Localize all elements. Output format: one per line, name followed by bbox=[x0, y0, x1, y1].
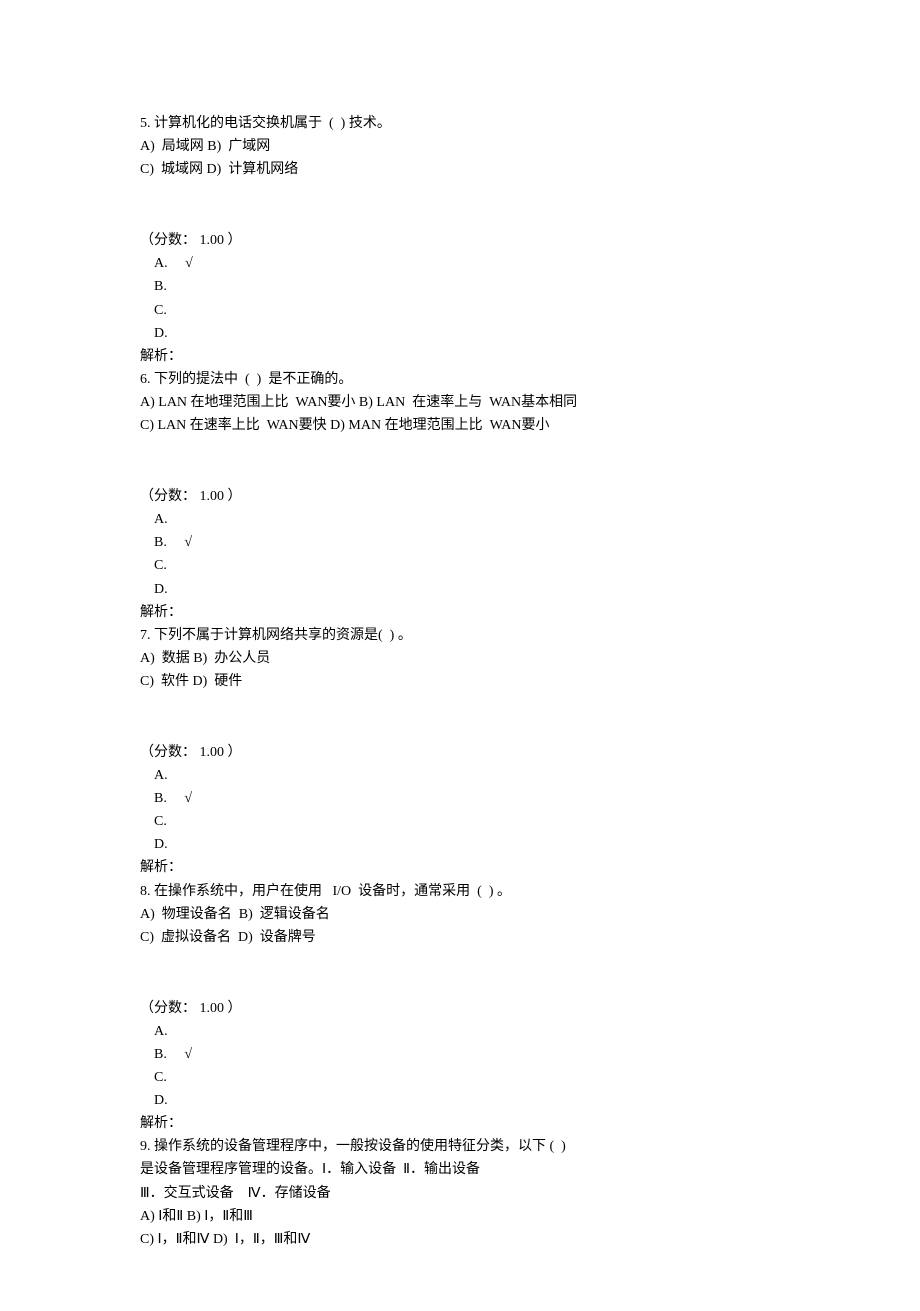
question-options-line: A) Ⅰ和Ⅱ B) Ⅰ，Ⅱ和Ⅲ bbox=[140, 1205, 780, 1228]
explanation-label: 解析： bbox=[140, 1112, 780, 1135]
answer-choice: D. bbox=[140, 833, 780, 856]
score-label: （分数： 1.00 ） bbox=[140, 485, 780, 508]
explanation-label: 解析： bbox=[140, 345, 780, 368]
answer-choice: C. bbox=[140, 1066, 780, 1089]
check-mark-icon: √ bbox=[184, 535, 192, 550]
question-options-line: A) 物理设备名 B) 逻辑设备名 bbox=[140, 903, 780, 926]
document-page: 5. 计算机化的电话交换机属于 ( ) 技术。 A) 局域网 B) 广域网 C)… bbox=[0, 0, 920, 1311]
explanation-label: 解析： bbox=[140, 601, 780, 624]
answer-choice: A. √ bbox=[140, 252, 780, 275]
question-stem: 5. 计算机化的电话交换机属于 ( ) 技术。 bbox=[140, 112, 780, 135]
question-options-line: C) 城域网 D) 计算机网络 bbox=[140, 158, 780, 181]
question-options-line: C) Ⅰ，Ⅱ和Ⅳ D) Ⅰ，Ⅱ，Ⅲ和Ⅳ bbox=[140, 1228, 780, 1251]
question-options-line: C) LAN 在速率上比 WAN要快 D) MAN 在地理范围上比 WAN要小 bbox=[140, 414, 780, 437]
question-stem-line: Ⅲ．交互式设备 Ⅳ．存储设备 bbox=[140, 1182, 780, 1205]
answer-choice: C. bbox=[140, 810, 780, 833]
question-stem: 9. 操作系统的设备管理程序中，一般按设备的使用特征分类，以下 ( ) bbox=[140, 1135, 780, 1158]
answer-choice: B. √ bbox=[140, 787, 780, 810]
answer-choice: D. bbox=[140, 322, 780, 345]
question-options-line: A) LAN 在地理范围上比 WAN要小 B) LAN 在速率上与 WAN基本相… bbox=[140, 391, 780, 414]
explanation-label: 解析： bbox=[140, 856, 780, 879]
answer-choice: A. bbox=[140, 764, 780, 787]
question-stem: 7. 下列不属于计算机网络共享的资源是( ) 。 bbox=[140, 624, 780, 647]
answer-choice: A. bbox=[140, 508, 780, 531]
score-label: （分数： 1.00 ） bbox=[140, 229, 780, 252]
score-label: （分数： 1.00 ） bbox=[140, 741, 780, 764]
question-options-line: C) 虚拟设备名 D) 设备牌号 bbox=[140, 926, 780, 949]
answer-choice: B. √ bbox=[140, 1043, 780, 1066]
answer-choice: B. bbox=[140, 275, 780, 298]
answer-choice: D. bbox=[140, 578, 780, 601]
question-stem: 8. 在操作系统中，用户在使用 I/O 设备时，通常采用 ( ) 。 bbox=[140, 880, 780, 903]
question-options-line: C) 软件 D) 硬件 bbox=[140, 670, 780, 693]
check-mark-icon: √ bbox=[184, 791, 192, 806]
answer-choice: B. √ bbox=[140, 531, 780, 554]
question-options-line: A) 局域网 B) 广域网 bbox=[140, 135, 780, 158]
check-mark-icon: √ bbox=[184, 1047, 192, 1062]
score-label: （分数： 1.00 ） bbox=[140, 997, 780, 1020]
question-options-line: A) 数据 B) 办公人员 bbox=[140, 647, 780, 670]
question-stem: 6. 下列的提法中 ( ) 是不正确的。 bbox=[140, 368, 780, 391]
answer-choice: A. bbox=[140, 1020, 780, 1043]
question-stem-line: 是设备管理程序管理的设备。Ⅰ．输入设备 Ⅱ．输出设备 bbox=[140, 1158, 780, 1181]
answer-choice: C. bbox=[140, 554, 780, 577]
answer-choice: D. bbox=[140, 1089, 780, 1112]
check-mark-icon: √ bbox=[185, 256, 193, 271]
answer-choice: C. bbox=[140, 299, 780, 322]
